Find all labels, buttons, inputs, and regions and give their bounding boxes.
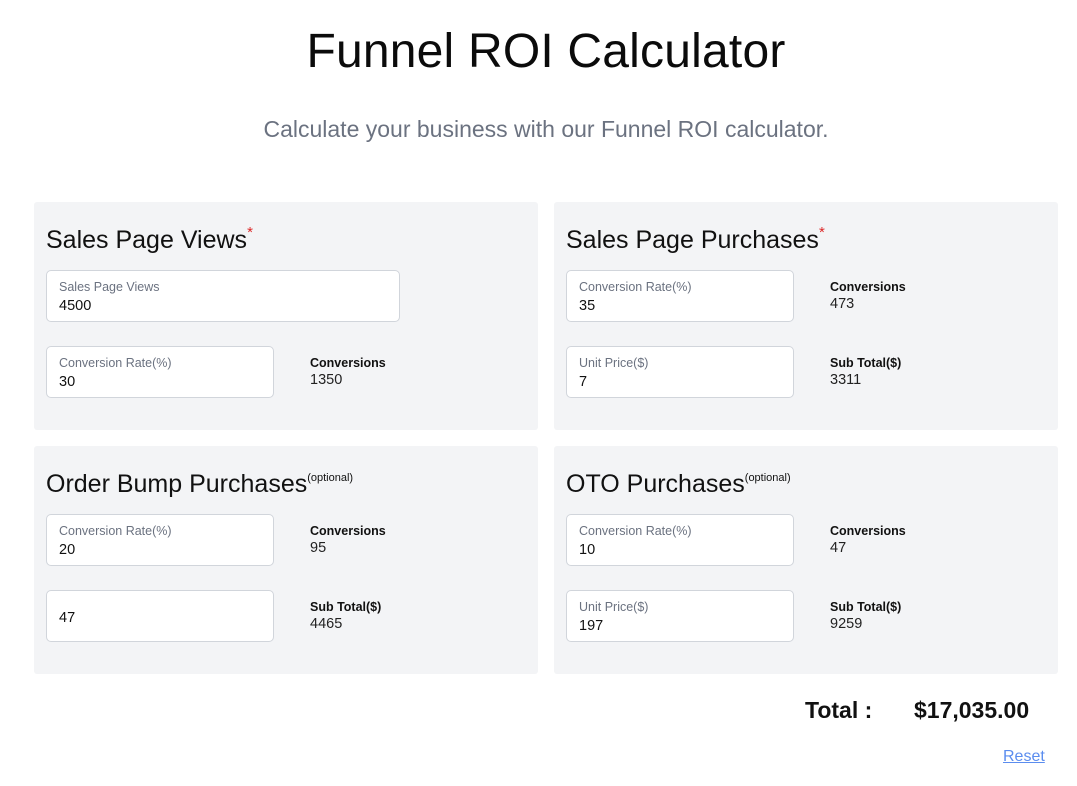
conversions-stat: Conversions 473 — [830, 280, 906, 312]
conversion-rate-input[interactable]: Conversion Rate(%) 20 — [46, 514, 274, 566]
field-value: 4500 — [59, 298, 92, 314]
field-label: Conversion Rate(%) — [579, 524, 692, 538]
conversions-stat: Conversions 1350 — [310, 356, 386, 388]
stat-label: Sub Total($) — [830, 600, 902, 614]
stat-value: 473 — [830, 296, 855, 312]
required-mark: * — [247, 224, 253, 241]
order-bump-purchases-card: Order Bump Purchases(optional) Conversio… — [34, 446, 538, 674]
optional-mark: (optional) — [744, 472, 791, 484]
field-label: Conversion Rate(%) — [579, 280, 692, 294]
sales-page-views-input[interactable]: Sales Page Views 4500 — [46, 270, 400, 322]
field-label: Conversion Rate(%) — [59, 356, 172, 370]
field-value: 35 — [579, 298, 596, 314]
conversions-stat: Conversions 47 — [830, 524, 906, 556]
sales-page-purchases-card: Sales Page Purchases* Conversion Rate(%)… — [554, 202, 1058, 430]
conversion-rate-input[interactable]: Conversion Rate(%) 35 — [566, 270, 794, 322]
conversion-rate-input[interactable]: Conversion Rate(%) 30 — [46, 346, 274, 398]
stat-value: 3311 — [830, 372, 862, 388]
field-label: Conversion Rate(%) — [59, 524, 172, 538]
stat-value: 9259 — [830, 616, 863, 632]
stat-value: 4465 — [310, 616, 343, 632]
required-mark: * — [818, 224, 825, 241]
stat-value: 95 — [310, 540, 327, 556]
stat-label: Conversions — [830, 524, 906, 538]
price-input[interactable]: 47 — [46, 590, 274, 642]
page-title: Funnel ROI Calculator — [306, 25, 786, 78]
field-value: 7 — [579, 374, 588, 390]
field-value: 20 — [59, 542, 76, 558]
card-title-text: Order Bump Purchases — [46, 470, 308, 498]
page-subtitle: Calculate your business with our Funnel … — [263, 116, 829, 142]
total-value: $17,035.00 — [914, 697, 1030, 723]
field-value: 10 — [579, 542, 596, 558]
conversions-stat: Conversions 95 — [310, 524, 386, 556]
card-title: Sales Page Views* — [46, 224, 253, 255]
total-label: Total : — [805, 697, 873, 723]
field-label: Sales Page Views — [59, 280, 160, 294]
card-title-text: OTO Purchases — [566, 470, 745, 498]
unit-price-input[interactable]: Unit Price($) 7 — [566, 346, 794, 398]
stat-label: Conversions — [310, 524, 386, 538]
card-title-text: Sales Page Views — [46, 226, 248, 254]
oto-purchases-card: OTO Purchases(optional) Conversion Rate(… — [554, 446, 1058, 674]
stat-value: 47 — [830, 540, 847, 556]
card-title: OTO Purchases(optional) — [566, 470, 791, 499]
card-title: Order Bump Purchases(optional) — [46, 470, 353, 499]
field-label: Unit Price($) — [579, 356, 649, 370]
stat-value: 1350 — [310, 372, 343, 388]
field-label: Unit Price($) — [579, 600, 649, 614]
sales-page-views-card: Sales Page Views* Sales Page Views 4500 … — [34, 202, 538, 430]
field-value: 47 — [59, 610, 76, 626]
subtotal-stat: Sub Total($) 4465 — [310, 600, 381, 632]
card-title-text: Sales Page Purchases — [566, 226, 819, 254]
subtotal-stat: Sub Total($) 3311 — [830, 356, 901, 388]
unit-price-input[interactable]: Unit Price($) 197 — [566, 590, 794, 642]
subtotal-stat: Sub Total($) 9259 — [830, 600, 901, 632]
reset-link[interactable]: Reset — [1003, 748, 1045, 766]
conversion-rate-input[interactable]: Conversion Rate(%) 10 — [566, 514, 794, 566]
stat-label: Conversions — [310, 356, 386, 370]
stat-label: Sub Total($) — [310, 600, 382, 614]
optional-mark: (optional) — [307, 472, 354, 484]
stat-label: Sub Total($) — [830, 356, 902, 370]
card-title: Sales Page Purchases* — [566, 224, 825, 255]
field-value: 30 — [59, 374, 76, 390]
field-value: 197 — [579, 618, 604, 634]
stat-label: Conversions — [830, 280, 906, 294]
